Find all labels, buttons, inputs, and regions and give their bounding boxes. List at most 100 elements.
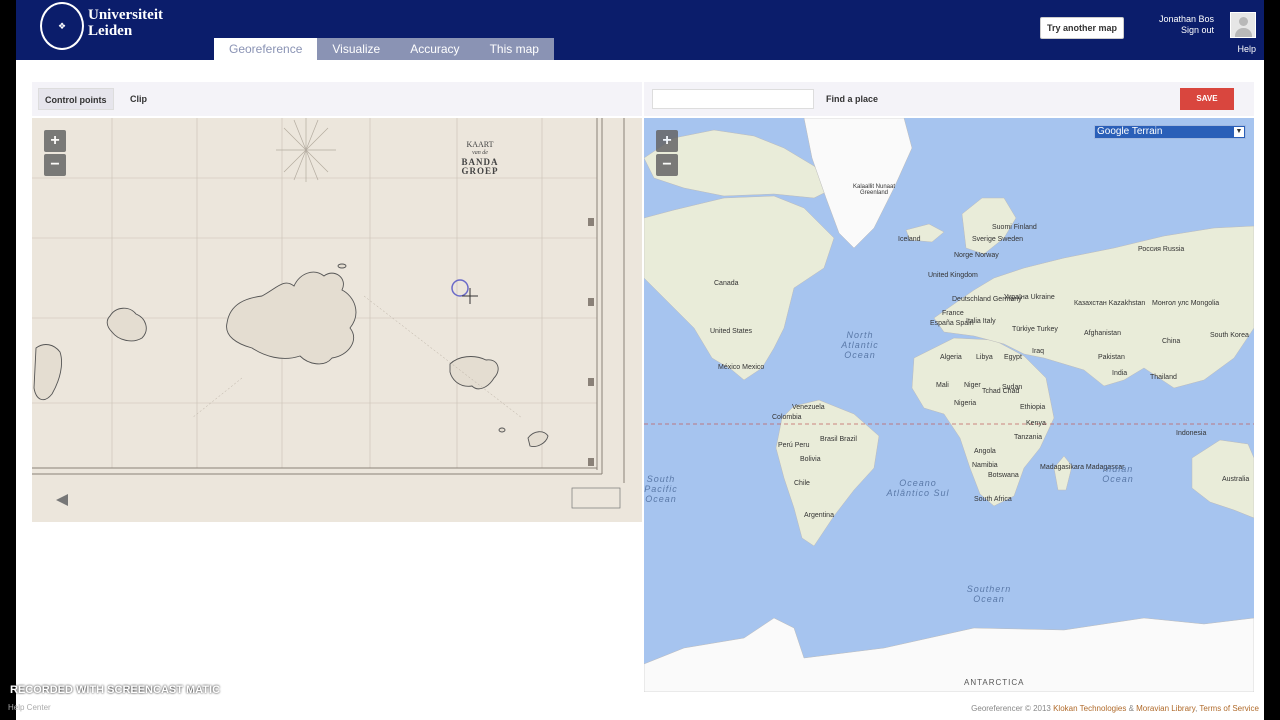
label-niger: Niger [964,382,981,389]
label-nigeria: Nigeria [954,400,977,407]
moravian-link[interactable]: Moravian Library [1136,704,1195,713]
footer-copyright: Georeferencer © 2013 [971,704,1054,713]
university-seal-logo[interactable]: ❖ [40,2,84,50]
label-egypt: Egypt [1004,354,1022,361]
terms-link[interactable]: Terms of Service [1199,704,1259,713]
label-kazakhstan: Казахстан Kazakhstan [1074,300,1146,307]
label-venezuela: Venezuela [792,404,825,411]
label-south-africa: South Africa [974,496,1012,503]
label-turkey: Türkiye Turkey [1012,326,1058,333]
ocean-south-pacific: South Pacific Ocean [644,474,678,504]
brand-name: Universiteit Leiden [88,7,163,39]
label-angola: Angola [974,448,996,455]
label-mexico: México Mexico [718,364,765,371]
madagascar-shape [1053,455,1073,491]
left-zoom-out-button[interactable]: − [44,154,66,176]
place-search-input[interactable] [652,89,814,109]
label-norway: Norge Norway [954,252,999,259]
chevron-down-icon: ▼ [1234,127,1244,137]
label-colombia: Colombia [772,414,802,421]
label-ethiopia: Ethiopia [1020,404,1046,411]
world-map-graphic [644,118,1254,692]
main-tabs: Georeference Visualize Accuracy This map [214,38,554,60]
map-type-select[interactable]: Google Terrain ▼ [1094,125,1246,139]
label-sudan: Sudan [1002,384,1023,391]
label-uk: United Kingdom [928,272,978,279]
help-link[interactable]: Help [1237,44,1256,54]
find-place-button[interactable]: Find a place [820,88,884,110]
header-bar: ❖ Universiteit Leiden Georeference Visua… [16,0,1264,60]
label-indonesia: Indonesia [1176,430,1207,437]
label-australia: Australia [1222,476,1250,483]
label-kenya: Kenya [1026,420,1046,427]
label-brazil: Brasil Brazil [820,436,857,443]
label-mongolia: Монгол улс Mongolia [1152,300,1220,307]
antarctica-shape [644,617,1254,692]
try-another-map-button[interactable]: Try another map [1040,17,1125,39]
label-afghanistan: Afghanistan [1084,330,1121,337]
label-spain: España Spain [930,320,974,327]
north-america-shape [644,195,835,381]
label-pakistan: Pakistan [1098,354,1125,361]
label-united-states: United States [710,328,753,335]
label-india: India [1112,370,1128,377]
ocean-north-atlantic: North Atlantic Ocean [841,330,879,360]
label-botswana: Botswana [988,472,1019,479]
help-center-link[interactable]: Help Center [8,703,51,712]
left-toolbar: Control points Clip [32,82,642,116]
tab-accuracy[interactable]: Accuracy [395,38,475,60]
sign-out-link[interactable]: Sign out [1159,25,1214,36]
brand-line1: Universiteit [88,7,163,23]
save-button[interactable]: SAVE [1180,88,1234,110]
brand-line2: Leiden [88,23,133,39]
ocean-southern: Southern Ocean [966,584,1012,604]
label-finland: Suomi Finland [992,224,1037,231]
label-chile: Chile [794,480,810,487]
label-mali: Mali [936,382,949,389]
label-greenland: Kalaallit Nunaat Greenland [852,184,896,196]
tab-georeference[interactable]: Georeference [214,38,318,60]
label-south-korea: South Korea [1210,332,1249,339]
label-algeria: Algeria [940,354,962,361]
user-info: Jonathan Bos Sign out [1159,14,1214,36]
south-america-shape [775,399,880,547]
control-points-button[interactable]: Control points [38,88,114,110]
ocean-indian: Indian Ocean [1102,464,1134,484]
user-name: Jonathan Bos [1158,14,1214,24]
recording-watermark: RECORDED WITH SCREENCAST MATIC [10,684,221,696]
right-zoom-out-button[interactable]: − [656,154,678,176]
footer-amp: & [1126,704,1137,713]
old-map-title-line3: BANDA GROEP [461,157,499,176]
label-canada: Canada [714,280,739,287]
label-thailand: Thailand [1150,374,1177,381]
label-china: China [1162,338,1181,345]
scanned-map-viewer[interactable]: KAART van de BANDA GROEP + − [32,118,642,522]
label-france: France [942,310,964,317]
label-russia: Россия Russia [1138,246,1185,253]
right-zoom-in-button[interactable]: + [656,130,678,152]
tab-this-map[interactable]: This map [474,38,554,60]
left-empty-area [32,522,642,692]
label-ukraine: Україна Ukraine [1004,294,1055,301]
klokan-link[interactable]: Klokan Technologies [1053,704,1126,713]
label-namibia: Namibia [972,462,998,469]
label-argentina: Argentina [804,512,834,519]
label-tanzania: Tanzania [1014,434,1043,441]
label-sweden: Sverige Sweden [972,236,1023,243]
label-iceland: Iceland [898,236,921,243]
label-antarctica: ANTARCTICA [964,678,1025,687]
label-iraq: Iraq [1032,348,1045,355]
old-map-title: KAART van de BANDA GROEP [450,140,510,176]
label-bolivia: Bolivia [800,456,821,463]
label-libya: Libya [976,354,993,361]
left-zoom-in-button[interactable]: + [44,130,66,152]
right-toolbar: Find a place SAVE [644,82,1254,116]
world-map-viewer[interactable]: + − Google Terrain ▼ Kalaallit Nunaat Gr… [644,118,1254,692]
label-peru: Perú Peru [778,442,810,449]
map-type-selected: Google Terrain [1097,126,1163,137]
footer: Georeferencer © 2013 Klokan Technologies… [16,702,1264,720]
tab-visualize[interactable]: Visualize [317,38,396,60]
scanned-map-image [32,118,625,509]
clip-button[interactable]: Clip [124,88,153,110]
avatar[interactable] [1230,12,1256,38]
